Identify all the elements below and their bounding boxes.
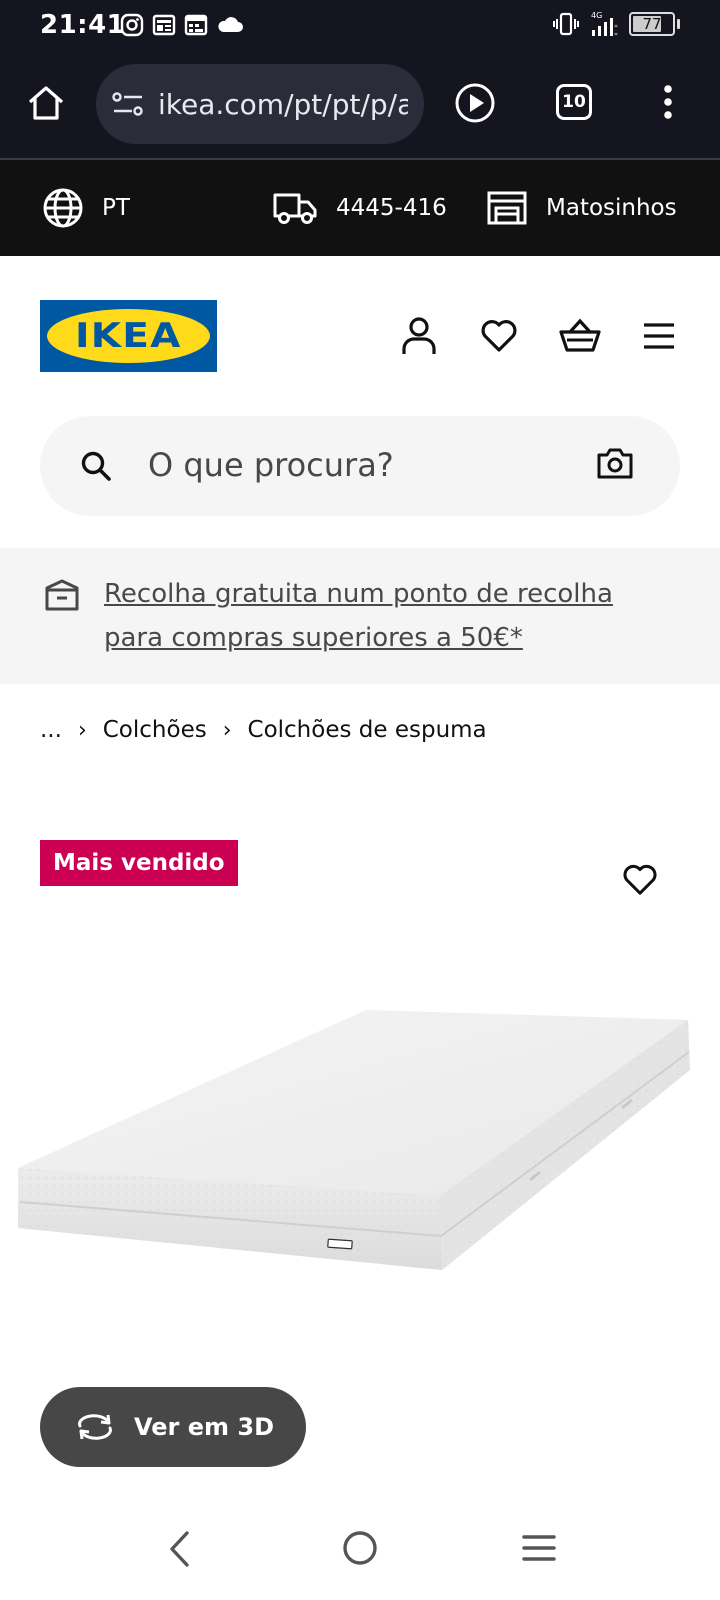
store-icon [487,191,527,225]
search-input[interactable]: O que procura? [148,446,394,484]
favorites-icon[interactable] [480,316,518,354]
ikea-logo[interactable]: IKEA [40,300,217,372]
battery-cap [677,19,680,29]
news-icon [152,14,176,36]
locale-bar: PT 4445-416 Matosinhos [0,160,720,256]
badge-label: Mais vendido [53,850,225,876]
product-image[interactable] [10,990,710,1310]
language-selector[interactable]: PT [42,160,130,256]
promo-line-1: Recolha gratuita num ponto de recolha [104,579,613,609]
breadcrumb-item-colchoes-espuma[interactable]: Colchões de espuma [248,717,487,743]
back-icon[interactable] [168,1530,190,1568]
status-time: 21:41 [40,10,126,40]
battery-indicator: 77 [629,12,675,36]
search-bar[interactable]: O que procura? [40,416,680,516]
vibrate-icon [553,12,579,36]
delivery-postcode[interactable]: 4445-416 [272,160,447,256]
network-type-label: 4G [591,11,602,20]
globe-icon [43,188,83,228]
promo-line-2: para compras superiores a 50€* [104,623,523,653]
site-settings-icon[interactable] [112,90,144,118]
browser-toolbar: ikea.com/pt/pt/p/a 10 [0,52,720,160]
address-bar[interactable]: ikea.com/pt/pt/p/a [96,64,424,144]
logo-oval: IKEA [47,309,210,363]
view-3d-label: Ver em 3D [134,1413,274,1441]
store-label: Matosinhos [546,195,677,221]
cloud-icon [218,17,243,32]
product-label-tag [327,1238,353,1250]
product-favorite-icon[interactable] [622,862,658,896]
tab-switcher-button[interactable]: 10 [556,84,592,120]
instagram-icon [120,13,144,37]
breadcrumb-item-colchoes[interactable]: Colchões [103,717,207,743]
chevron-right-icon: › [222,717,232,743]
url-text[interactable]: ikea.com/pt/pt/p/a [158,88,408,121]
cart-icon[interactable] [558,316,602,354]
truck-icon [273,193,317,224]
chevron-right-icon: › [77,717,87,743]
breadcrumb: ... › Colchões › Colchões de espuma [40,712,487,748]
signal-icon: 4G [591,11,618,36]
home-nav-icon[interactable] [342,1530,378,1566]
search-icon [81,451,111,481]
promo-banner-link[interactable]: Recolha gratuita num ponto de recolha pa… [104,572,664,660]
calendar-icon [184,14,208,36]
recents-icon[interactable] [522,1534,556,1562]
store-selector[interactable]: Matosinhos [486,160,677,256]
breadcrumb-item-more[interactable]: ... [40,717,62,743]
promo-banner[interactable]: Recolha gratuita num ponto de recolha pa… [0,548,720,684]
home-icon[interactable] [26,84,66,122]
profile-icon[interactable] [400,316,438,356]
system-navigation-bar [0,1500,720,1600]
view-3d-button[interactable]: Ver em 3D [40,1387,306,1467]
status-notification-icons [120,13,244,37]
language-label: PT [102,195,130,221]
bestseller-badge: Mais vendido [40,840,238,886]
play-icon[interactable] [454,82,496,124]
tab-count: 10 [562,92,586,112]
rotate-3d-icon [78,1414,112,1440]
more-options-icon[interactable] [662,84,674,120]
logo-text: IKEA [75,316,182,356]
postcode-label: 4445-416 [336,195,447,221]
camera-icon[interactable] [596,446,634,480]
pickup-box-icon [45,579,79,611]
battery-level: 77 [642,15,662,33]
menu-icon[interactable] [642,322,676,350]
status-system-icons: 4G 77 [553,10,680,38]
status-bar: 21:41 4G 77 [0,0,720,52]
